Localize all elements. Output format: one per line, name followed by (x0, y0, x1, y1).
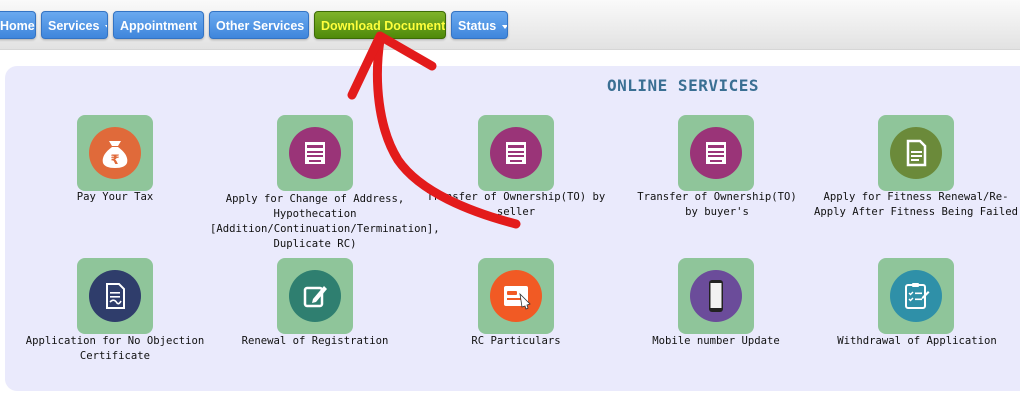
panel-title: ONLINE SERVICES (607, 76, 759, 95)
nav-other-services-dropdown[interactable]: Other Services (209, 11, 309, 39)
nav-home-button[interactable]: Home (0, 11, 36, 39)
nav-download-document-dropdown[interactable]: Download Document (314, 11, 446, 39)
service-tile-noc[interactable] (77, 258, 153, 334)
service-label-withdrawal[interactable]: Withdrawal of Application (830, 334, 1004, 349)
nav-home-label: Home (0, 19, 35, 33)
nav-download-document-label: Download Document (321, 19, 446, 33)
caret-down-icon (203, 25, 204, 29)
service-tile-pay-tax[interactable]: ₹ (77, 115, 153, 191)
svg-text:₹: ₹ (110, 153, 119, 168)
nav-services-dropdown[interactable]: Services (41, 11, 108, 39)
service-tile-withdrawal[interactable] (878, 258, 954, 334)
service-label-pay-tax[interactable]: Pay Your Tax (60, 190, 170, 205)
caret-down-icon (502, 24, 507, 29)
service-tile-renewal-registration[interactable] (277, 258, 353, 334)
service-label-to-seller[interactable]: Transfer of Ownership(TO) by seller (411, 190, 621, 220)
nav-appointment-label: Appointment (120, 19, 198, 33)
service-label-change-address[interactable]: Apply for Change of Address, Hypothecati… (210, 192, 440, 252)
service-tile-change-address[interactable] (277, 115, 353, 191)
form-document-icon (506, 142, 526, 164)
certificate-icon (106, 283, 125, 309)
service-label-renewal-registration[interactable]: Renewal of Registration (230, 334, 400, 349)
money-bag-rupee-icon: ₹ (102, 141, 128, 168)
rc-card-icon (504, 286, 531, 310)
nav-other-services-label: Other Services (216, 19, 305, 33)
service-label-mobile-update[interactable]: Mobile number Update (640, 334, 792, 349)
service-tile-to-seller[interactable] (478, 115, 554, 191)
mobile-phone-icon (709, 280, 723, 312)
nav-status-label: Status (458, 19, 497, 33)
service-label-noc[interactable]: Application for No Objection Certificate (22, 334, 208, 364)
service-tile-mobile-update[interactable] (678, 258, 754, 334)
nav-appointment-dropdown[interactable]: Appointment (113, 11, 204, 39)
form-document-icon (706, 142, 726, 164)
caret-down-icon (105, 24, 107, 29)
service-tile-to-buyer[interactable] (678, 115, 754, 191)
service-label-to-buyer[interactable]: Transfer of Ownership(TO) by buyer's (630, 190, 804, 220)
service-tile-rc-particulars[interactable] (478, 258, 554, 334)
edit-icon (303, 286, 327, 308)
clipboard-checklist-icon (905, 283, 930, 309)
nav-services-label: Services (48, 19, 100, 33)
nav-status-dropdown[interactable]: Status (451, 11, 508, 39)
form-document-icon (305, 142, 325, 164)
document-icon (906, 139, 927, 167)
service-label-fitness-renewal[interactable]: Apply for Fitness Renewal/Re-Apply After… (812, 190, 1020, 220)
top-navbar: Home Services Appointment Other Services… (0, 0, 1020, 50)
service-label-rc-particulars[interactable]: RC Particulars (456, 334, 576, 349)
service-tile-fitness-renewal[interactable] (878, 115, 954, 191)
